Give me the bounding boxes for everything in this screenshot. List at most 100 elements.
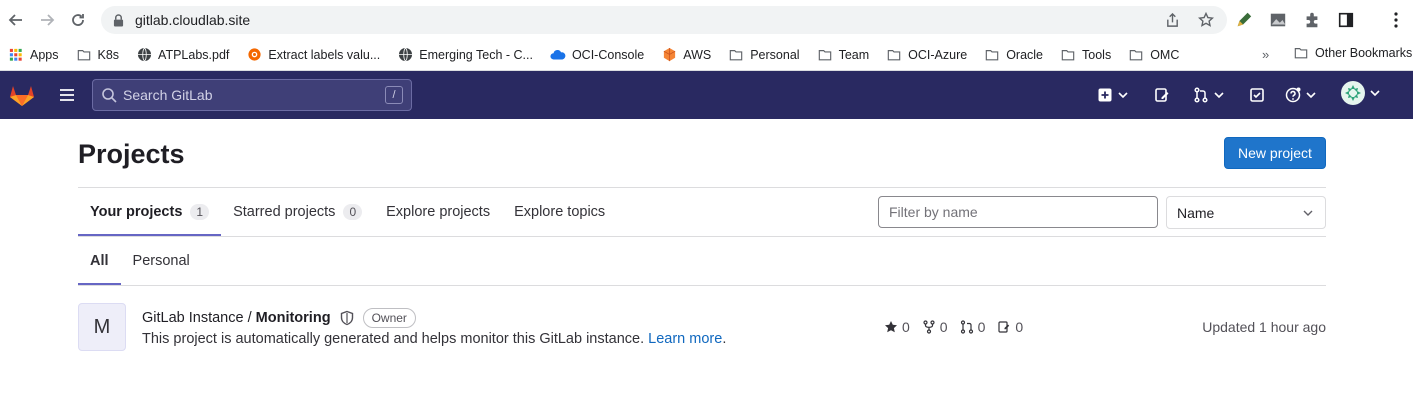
- bookmark-label: OCI-Console: [571, 47, 645, 62]
- count-badge: 1: [190, 204, 210, 220]
- merge-requests-count[interactable]: 0: [960, 319, 985, 335]
- extension-image-icon[interactable]: [1268, 10, 1288, 30]
- bookmark-label: Other Bookmarks: [1315, 46, 1413, 60]
- project-description: This project is automatically generated …: [142, 331, 726, 347]
- bookmark-item[interactable]: AWS: [661, 47, 711, 63]
- back-icon[interactable]: [2, 6, 30, 34]
- project-name[interactable]: Monitoring: [256, 310, 331, 326]
- subtab-all[interactable]: All: [78, 237, 121, 285]
- issues-icon[interactable]: [1154, 85, 1170, 105]
- forks-value: 0: [939, 319, 948, 335]
- folder-icon: [76, 47, 92, 63]
- project-stats: 0 0 0 0: [884, 319, 1023, 335]
- bookmark-item[interactable]: Emerging Tech - C...: [397, 47, 533, 63]
- globe-icon: [136, 47, 152, 63]
- project-tabs: Your projects 1 Starred projects 0 Explo…: [78, 188, 617, 236]
- gitlab-search-input[interactable]: Search GitLab /: [92, 79, 412, 111]
- reload-icon[interactable]: [64, 6, 92, 34]
- subtab-personal[interactable]: Personal: [121, 237, 202, 285]
- project-title[interactable]: GitLab Instance / Monitoring Owner: [142, 308, 416, 328]
- tab-label: Your projects: [90, 204, 183, 220]
- bookmark-item[interactable]: Tools: [1060, 47, 1111, 63]
- learn-more-link[interactable]: Learn more: [648, 331, 722, 347]
- bookmark-item[interactable]: Team: [817, 47, 870, 63]
- address-bar[interactable]: gitlab.cloudlab.site: [101, 6, 1227, 34]
- gitlab-logo-icon[interactable]: [9, 83, 35, 107]
- tab-starred-projects[interactable]: Starred projects 0: [221, 188, 374, 236]
- bookmark-label: Apps: [30, 47, 59, 62]
- page-title: Projects: [78, 139, 185, 169]
- aws-icon: [661, 47, 677, 63]
- other-bookmarks-folder[interactable]: Other Bookmarks: [1293, 46, 1412, 60]
- bookmark-item[interactable]: ATPLabs.pdf: [136, 47, 229, 63]
- folder-icon: [984, 47, 1000, 63]
- folder-icon: [728, 47, 744, 63]
- browser-toolbar: gitlab.cloudlab.site: [0, 0, 1413, 39]
- tab-explore-topics[interactable]: Explore topics: [502, 188, 617, 236]
- bookmark-label: Personal: [750, 47, 800, 62]
- stars-count[interactable]: 0: [884, 319, 910, 335]
- project-avatar[interactable]: M: [78, 303, 126, 351]
- shield-icon: [339, 310, 355, 326]
- bookmark-item[interactable]: OCI-Azure: [886, 47, 967, 63]
- bookmark-label: K8s: [97, 47, 120, 62]
- folder-icon: [1060, 47, 1076, 63]
- stars-value: 0: [902, 319, 910, 335]
- folder-icon: [1293, 46, 1309, 60]
- side-panel-icon[interactable]: [1336, 10, 1356, 30]
- issues-value: 0: [1015, 319, 1024, 335]
- bookmark-item[interactable]: OCI-Console: [550, 47, 644, 63]
- help-icon: [1285, 87, 1301, 103]
- bookmark-label: ATPLabs.pdf: [158, 47, 230, 62]
- browser-menu-icon[interactable]: [1386, 10, 1406, 30]
- apps-grid-icon: [8, 47, 24, 63]
- bookmarks-bar: Apps K8s ATPLabs.pdf Extract labels valu...…: [0, 39, 1413, 71]
- bookmark-item[interactable]: Extract labels valu...: [246, 47, 380, 63]
- bookmark-item[interactable]: OMC: [1128, 47, 1179, 63]
- bookmark-item[interactable]: Personal: [728, 47, 800, 63]
- create-new-dropdown[interactable]: [1097, 85, 1128, 105]
- bookmark-label: OCI-Azure: [908, 47, 968, 62]
- description-period: .: [722, 331, 727, 347]
- extension-pencil-icon[interactable]: [1234, 10, 1254, 30]
- grafana-icon: [246, 47, 262, 63]
- todos-icon[interactable]: [1249, 85, 1265, 105]
- new-project-button[interactable]: New project: [1224, 137, 1326, 169]
- star-bookmark-icon[interactable]: [1197, 11, 1215, 29]
- sort-dropdown[interactable]: Name: [1166, 196, 1326, 229]
- star-icon: [885, 321, 897, 333]
- filter-by-name-input[interactable]: [878, 196, 1158, 228]
- search-shortcut-hint: /: [385, 86, 403, 104]
- merge-request-icon: [960, 320, 973, 334]
- folder-icon: [886, 47, 902, 63]
- bookmark-label: Team: [838, 47, 870, 62]
- bookmark-item[interactable]: Apps: [8, 47, 59, 63]
- bookmark-item[interactable]: K8s: [76, 47, 120, 63]
- bookmark-item[interactable]: Oracle: [984, 47, 1043, 63]
- user-menu-dropdown[interactable]: [1341, 81, 1380, 105]
- share-icon[interactable]: [1163, 11, 1181, 29]
- project-row[interactable]: M GitLab Instance / Monitoring Owner Thi…: [78, 303, 1326, 353]
- divider: [78, 285, 1326, 286]
- search-placeholder: Search GitLab: [123, 87, 213, 103]
- issues-count[interactable]: 0: [997, 319, 1023, 335]
- hamburger-menu-icon[interactable]: [58, 86, 76, 104]
- sort-value: Name: [1177, 204, 1215, 221]
- folder-icon: [1128, 47, 1144, 63]
- tab-explore-projects[interactable]: Explore projects: [374, 188, 502, 236]
- fork-icon: [923, 320, 935, 334]
- forks-count[interactable]: 0: [922, 319, 948, 335]
- bookmark-label: OMC: [1150, 47, 1180, 62]
- bookmarks-overflow-button[interactable]: »: [1262, 47, 1269, 62]
- globe-icon: [397, 47, 413, 63]
- extensions-puzzle-icon[interactable]: [1302, 10, 1322, 30]
- forward-icon[interactable]: [33, 6, 61, 34]
- count-badge: 0: [343, 204, 363, 220]
- avatar: [1341, 81, 1365, 105]
- help-dropdown[interactable]: [1285, 85, 1316, 105]
- chevron-down-icon: [1306, 92, 1316, 99]
- merge-requests-dropdown[interactable]: [1193, 85, 1224, 105]
- chevron-down-icon: [1303, 210, 1313, 216]
- tab-your-projects[interactable]: Your projects 1: [78, 188, 221, 236]
- role-badge: Owner: [362, 308, 416, 328]
